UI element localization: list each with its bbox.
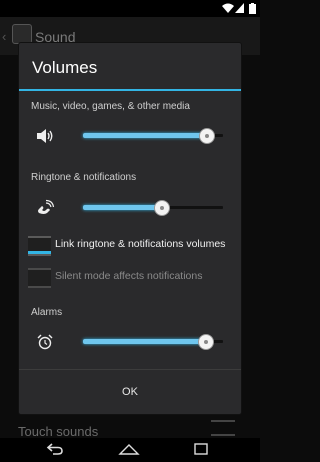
ringtone-volume-slider[interactable] [83, 198, 223, 218]
link-volumes-option[interactable]: Link ringtone & notifications volumes [28, 234, 238, 256]
status-bar [0, 0, 260, 17]
nav-home-icon[interactable] [118, 442, 140, 456]
title-divider [19, 89, 241, 91]
slider-thumb[interactable] [197, 334, 214, 350]
ringtone-icon [38, 199, 55, 214]
settings-app-icon [12, 24, 32, 44]
media-volume-label: Music, video, games, & other media [31, 101, 190, 112]
alarm-clock-icon [37, 334, 53, 350]
wifi-icon [222, 3, 234, 13]
back-caret-icon: ‹ [2, 29, 7, 44]
slider-fill [83, 205, 162, 210]
media-volume-slider[interactable] [83, 126, 223, 146]
silent-mode-option: Silent mode affects notifications [28, 266, 238, 288]
volumes-dialog: Volumes Music, video, games, & other med… [19, 43, 241, 414]
battery-icon [249, 3, 256, 14]
nav-recents-icon[interactable] [193, 443, 209, 455]
slider-thumb[interactable] [154, 200, 171, 216]
ok-button[interactable]: OK [19, 370, 241, 414]
silent-mode-label: Silent mode affects notifications [55, 270, 203, 282]
background-touch-sounds-checkbox [211, 420, 235, 436]
ringtone-volume-label: Ringtone & notifications [31, 172, 137, 183]
speaker-icon [37, 129, 53, 143]
link-volumes-label: Link ringtone & notifications volumes [55, 238, 226, 250]
link-volumes-checkbox[interactable] [28, 236, 51, 256]
navigation-bar [0, 438, 260, 462]
slider-fill [83, 339, 205, 344]
slider-thumb[interactable] [199, 128, 216, 144]
silent-mode-checkbox [28, 268, 51, 288]
background-touch-sounds-label: Touch sounds [18, 424, 99, 439]
slider-fill [83, 133, 207, 138]
signal-icon [235, 3, 244, 13]
dialog-title: Volumes [32, 58, 98, 77]
nav-back-icon[interactable] [46, 442, 64, 456]
alarm-volume-slider[interactable] [83, 332, 223, 352]
alarms-volume-label: Alarms [31, 307, 63, 318]
